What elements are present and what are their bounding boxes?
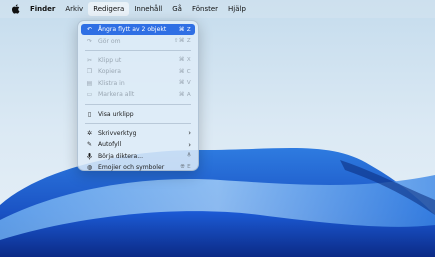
redo-icon: ↷ [86,37,93,45]
menu-item-label: Gör om [98,37,121,45]
menu-item-writing-tools[interactable]: ✲ Skrivverktyg › [81,128,195,139]
menu-item-undo[interactable]: ↶ Ångra flytt av 2 objekt ⌘ Z [81,24,195,36]
menubar-hjalp[interactable]: Hjälp [223,2,251,16]
microphone-icon [85,152,94,160]
menu-separator [85,123,191,125]
menu-item-shortcut: ⌘ X [178,57,191,64]
menu-item-shortcut: ⌘ Z [178,26,191,33]
menubar-fonster[interactable]: Fönster [187,2,223,16]
menu-item-emoji-symbols[interactable]: ◍ Emojier och symboler 🌐︎ E [81,162,195,173]
menu-item-select-all[interactable]: ▭ Markera allt ⌘ A [81,89,195,100]
copy-icon: ❐ [86,68,93,76]
paste-icon: ▤ [86,79,93,87]
writing-tools-icon: ✲ [86,129,93,137]
menu-item-shortcut: ⌘ A [178,91,191,98]
edit-menu-dropdown: ↶ Ångra flytt av 2 objekt ⌘ Z ↷ Gör om ⇧… [77,20,199,171]
menu-item-autofill[interactable]: ✎ Autofyll › [81,139,195,150]
menu-item-cut[interactable]: ✂ Klipp ut ⌘ X [81,55,195,66]
menu-item-copy[interactable]: ❐ Kopiera ⌘ C [81,66,195,77]
desktop-wallpaper [0,0,435,257]
menu-item-start-dictation[interactable]: Börja diktera... [81,151,195,162]
menu-item-label: Markera allt [98,91,135,99]
chevron-right-icon: › [188,129,191,138]
select-all-icon: ▭ [86,91,93,99]
scissors-icon: ✂ [86,56,93,64]
menu-item-shortcut: ⌘ V [178,80,191,87]
autofill-icon: ✎ [86,141,93,149]
menu-item-label: Klipp ut [98,56,122,64]
menu-item-label: Autofyll [98,141,122,149]
menubar-redigera[interactable]: Redigera [88,2,130,16]
menubar-innehall[interactable]: Innehåll [129,2,167,16]
undo-icon: ↶ [86,26,93,34]
globe-icon: ◍ [86,164,93,172]
menu-bar: Finder Arkiv Redigera Innehåll Gå Fönste… [0,0,435,18]
menubar-app-finder[interactable]: Finder [25,2,60,16]
menu-separator [85,50,191,52]
menu-item-label: Börja diktera... [98,152,144,160]
apple-menu-icon[interactable] [8,0,22,18]
menu-item-label: Kopiera [98,68,121,76]
menu-item-shortcut: ⇧⌘ Z [173,38,191,45]
dictation-shortcut-icon [187,152,191,160]
menubar-arkiv[interactable]: Arkiv [60,2,88,16]
menu-item-show-clipboard[interactable]: ▯ Visa urklipp [81,108,195,119]
menu-item-shortcut: 🌐︎ E [180,164,191,171]
menu-item-paste[interactable]: ▤ Klistra in ⌘ V [81,78,195,89]
chevron-right-icon: › [188,140,191,149]
menu-item-label: Visa urklipp [98,110,134,118]
menu-item-label: Skrivverktyg [98,129,137,137]
menu-item-label: Klistra in [98,79,125,87]
menu-item-label: Ångra flytt av 2 objekt [98,26,167,34]
menubar-ga[interactable]: Gå [167,2,187,16]
menu-item-shortcut: ⌘ C [178,68,191,75]
menu-item-label: Emojier och symboler [98,164,165,172]
menu-item-redo[interactable]: ↷ Gör om ⇧⌘ Z [81,35,195,46]
clipboard-icon: ▯ [87,110,92,118]
menu-separator [85,103,191,105]
